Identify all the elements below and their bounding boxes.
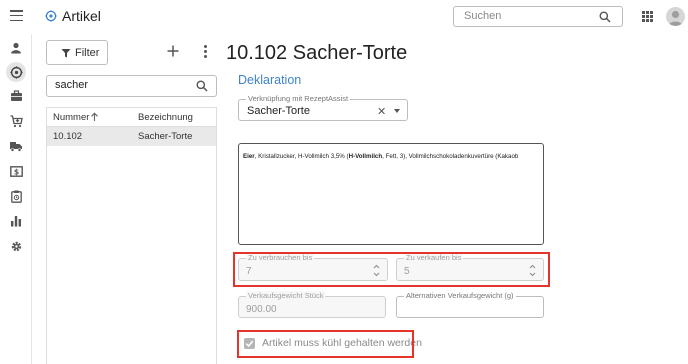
stepper-icon[interactable] [373, 263, 380, 278]
menu-icon[interactable] [10, 10, 23, 22]
stepper-icon[interactable] [529, 263, 536, 278]
declaration-text-2: , Fett, 3), Vollmilchschokoladenkuvertür… [382, 153, 519, 160]
article-table: Nummer Bezeichnung 10.102 Sacher-Torte [46, 107, 217, 364]
verbrauchen-label: Zu verbrauchen bis [246, 253, 315, 263]
app-title: Artikel [62, 8, 101, 24]
svg-text:$: $ [13, 167, 18, 176]
cell-bezeichnung: Sacher-Torte [138, 131, 193, 142]
person-icon [11, 42, 21, 54]
avatar[interactable] [666, 7, 685, 26]
filter-label: Filter [75, 47, 100, 59]
bar-chart-icon [11, 216, 21, 227]
apps-grid-icon[interactable] [642, 11, 653, 22]
kuehl-label: Artikel muss kühl gehalten werden [262, 337, 422, 349]
verbrauchen-value: 7 [246, 266, 252, 277]
verkaufsgewicht-label: Verkaufsgewicht Stück [246, 291, 326, 301]
column-header-bezeichnung[interactable]: Bezeichnung [138, 112, 193, 123]
list-search-input[interactable] [55, 79, 190, 91]
user-avatar-icon [668, 10, 683, 26]
checkmark-icon [245, 340, 254, 348]
cart-icon [10, 114, 23, 127]
nav-briefcase[interactable] [8, 88, 24, 104]
verkaufen-label: Zu verkaufen bis [404, 253, 464, 263]
column-header-nummer[interactable]: Nummer [53, 112, 89, 123]
declaration-text: Eier, Kristallzucker, H-Vollmilch 3,5% (… [243, 153, 518, 160]
nav-settings[interactable] [8, 238, 24, 254]
articles-icon [9, 65, 23, 79]
global-search[interactable] [453, 6, 623, 27]
table-row[interactable]: 10.102 Sacher-Torte [47, 127, 216, 146]
nav-person[interactable] [8, 40, 24, 56]
nav-articles[interactable] [6, 62, 26, 82]
verbrauchen-field[interactable]: Zu verbrauchen bis 7 [238, 253, 388, 281]
global-search-input[interactable] [464, 10, 594, 22]
top-bar: Artikel [0, 0, 688, 34]
articles-brand-icon [45, 10, 57, 22]
alt-verkaufsgewicht-label: Alternativen Verkaufsgewicht (g) [404, 291, 516, 301]
cell-nummer: 10.102 [53, 131, 83, 142]
briefcase-icon [10, 90, 22, 101]
rezept-select[interactable]: Verknüpfung mit RezeptAssist Sacher-Tort… [238, 94, 408, 121]
clear-icon[interactable]: ✕ [377, 105, 386, 118]
kuehl-checkbox[interactable] [244, 338, 255, 349]
nav-rail: $ [0, 34, 32, 364]
sort-ascending-icon[interactable] [90, 112, 99, 122]
alt-verkaufsgewicht-field[interactable]: Alternativen Verkaufsgewicht (g) [396, 291, 544, 318]
section-title: Deklaration [238, 73, 302, 87]
page-title: 10.102 Sacher-Torte [226, 42, 408, 64]
verkaufsgewicht-value: 900.00 [246, 304, 277, 315]
nav-cart[interactable] [8, 113, 24, 129]
settings-icon [11, 241, 21, 251]
nav-reports[interactable] [8, 213, 24, 229]
declaration-textarea[interactable]: Eier, Kristallzucker, H-Vollmilch 3,5% (… [238, 143, 544, 245]
verkaufsgewicht-field[interactable]: Verkaufsgewicht Stück 900.00 [238, 291, 386, 318]
dropdown-icon[interactable] [394, 109, 400, 113]
money-icon: $ [9, 165, 23, 177]
nav-money[interactable]: $ [8, 163, 24, 179]
nav-clipboard[interactable] [8, 188, 24, 204]
filter-icon [61, 49, 71, 58]
declaration-bold-2: H-Vollmilch [348, 153, 383, 160]
verkaufen-value: 5 [404, 266, 410, 277]
verkaufen-field[interactable]: Zu verkaufen bis 5 [396, 253, 544, 281]
search-icon[interactable] [599, 11, 611, 23]
declaration-bold-1: Eier [243, 153, 255, 160]
table-header: Nummer Bezeichnung [47, 108, 216, 127]
declaration-text-1: , Kristallzucker, H-Vollmilch 3,5% ( [254, 153, 349, 160]
nav-truck[interactable] [8, 138, 24, 154]
list-search[interactable] [46, 75, 217, 97]
rezept-value: Sacher-Torte [247, 105, 310, 117]
more-vert-icon[interactable] [200, 45, 210, 59]
search-icon[interactable] [196, 80, 208, 92]
rezept-label: Verknüpfung mit RezeptAssist [246, 94, 351, 104]
add-icon[interactable] [166, 44, 180, 58]
clipboard-icon [10, 190, 22, 203]
filter-button[interactable]: Filter [46, 40, 108, 65]
truck-icon [10, 142, 22, 152]
